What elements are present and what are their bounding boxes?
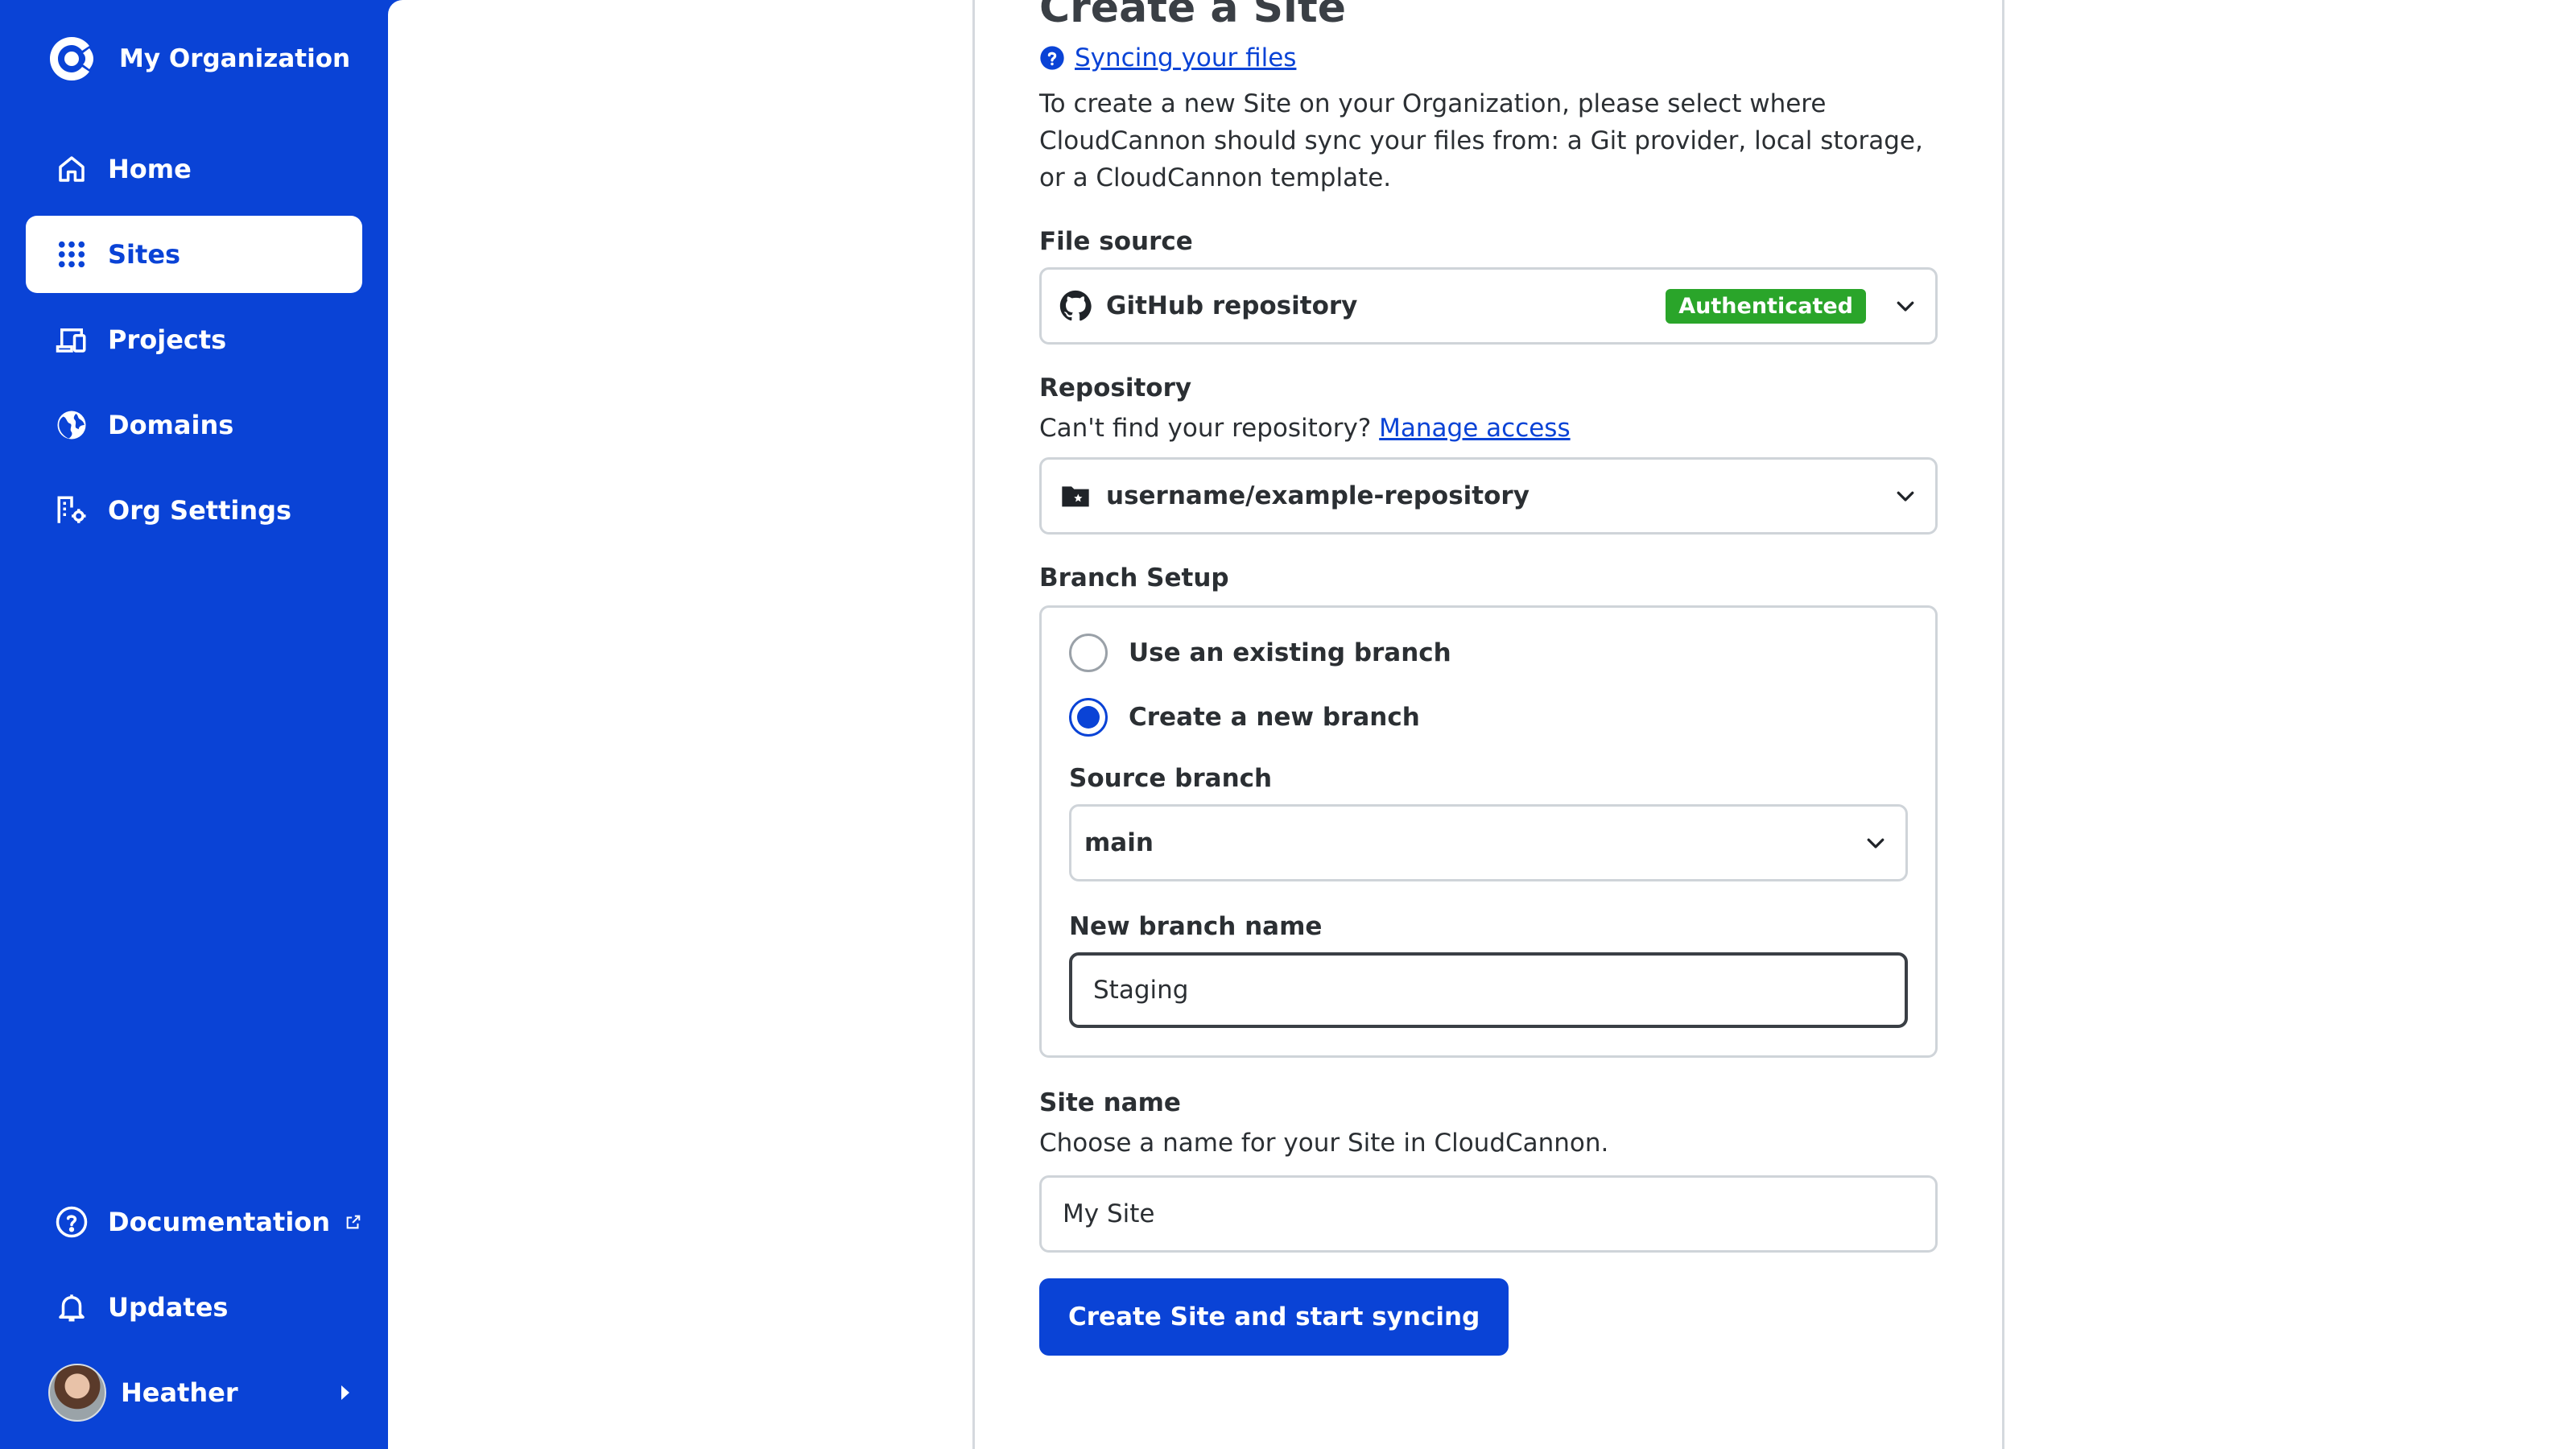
sidebar-item-org-settings[interactable]: Org Settings [26, 472, 362, 549]
repository-label: Repository [1039, 374, 1192, 402]
create-site-panel: Create a Site Syncing your files To crea… [972, 0, 2004, 1449]
sidebar-item-home[interactable]: Home [26, 130, 362, 208]
site-name-note: Choose a name for your Site in CloudCann… [1039, 1129, 1609, 1158]
sidebar-item-label: Sites [108, 239, 181, 270]
repository-note-text: Can't find your repository? [1039, 414, 1372, 443]
status-badge: Authenticated [1666, 288, 1866, 324]
building-gear-icon [57, 496, 86, 523]
sidebar-item-label: Updates [108, 1292, 229, 1323]
page-title: Create a Site [1039, 0, 1346, 32]
chevron-down-icon [1897, 491, 1914, 502]
grid-icon [58, 241, 85, 268]
radio-label: Use an existing branch [1129, 638, 1451, 667]
chevron-down-icon [1897, 301, 1914, 312]
sidebar-item-domains[interactable]: Domains [26, 386, 362, 464]
radio-existing-branch[interactable]: Use an existing branch [1069, 632, 1908, 674]
radio-button-checked[interactable] [1069, 698, 1108, 737]
projects-icon [56, 328, 86, 353]
source-branch-select[interactable]: main [1069, 804, 1908, 881]
sidebar-item-documentation[interactable]: Documentation [26, 1183, 362, 1261]
file-source-label: File source [1039, 227, 1193, 256]
sidebar-item-sites[interactable]: Sites [26, 216, 362, 293]
help-link-label[interactable]: Syncing your files [1075, 43, 1296, 72]
site-name-label: Site name [1039, 1088, 1181, 1117]
sidebar-item-projects[interactable]: Projects [26, 301, 362, 378]
source-branch-label: Source branch [1069, 764, 1273, 793]
sidebar: My Organization Home Sites Projects Doma… [0, 0, 388, 1449]
help-link[interactable]: Syncing your files [1039, 42, 1938, 74]
site-name-input[interactable]: My Site [1039, 1175, 1938, 1253]
file-source-value: GitHub repository [1106, 291, 1358, 320]
intro-text: To create a new Site on your Organizatio… [1039, 89, 1923, 192]
radio-label: Create a new branch [1129, 703, 1420, 732]
cloudcannon-logo-icon [50, 37, 93, 80]
avatar [48, 1364, 106, 1422]
caret-right-icon [341, 1385, 349, 1400]
org-name: My Organization [119, 44, 351, 73]
file-source-select[interactable]: GitHub repository Authenticated [1039, 267, 1938, 345]
globe-icon [57, 411, 86, 440]
sidebar-item-label: Org Settings [108, 495, 292, 526]
branch-setup-label: Branch Setup [1039, 564, 1229, 592]
sidebar-nav: Home Sites Projects Domains Org Settings [26, 130, 362, 557]
radio-new-branch[interactable]: Create a new branch [1069, 696, 1908, 738]
create-site-form: Create a Site Syncing your files To crea… [1039, 0, 1938, 1356]
chevron-down-icon [1867, 838, 1885, 848]
sidebar-item-label: Domains [108, 410, 234, 440]
bell-icon [59, 1294, 85, 1322]
radio-button[interactable] [1069, 634, 1108, 672]
main-area: Create a Site Syncing your files To crea… [388, 0, 2576, 1449]
new-branch-label: New branch name [1069, 912, 1323, 941]
sidebar-bottom-nav: Documentation Updates [26, 1183, 362, 1354]
sidebar-item-updates[interactable]: Updates [26, 1269, 362, 1346]
home-icon [59, 156, 85, 182]
question-circle-icon [56, 1206, 88, 1238]
sidebar-item-label: Documentation [108, 1207, 331, 1237]
folder-star-icon [1062, 486, 1089, 507]
repository-value: username/example-repository [1106, 481, 1530, 510]
user-menu[interactable]: Heather [48, 1362, 354, 1423]
org-switcher[interactable]: My Organization [43, 34, 350, 84]
create-site-button[interactable]: Create Site and start syncing [1039, 1278, 1509, 1356]
repository-note: Can't find your repository? Manage acces… [1039, 414, 1938, 443]
external-link-icon [346, 1215, 361, 1229]
source-branch-value: main [1084, 828, 1154, 857]
github-icon [1059, 290, 1092, 321]
manage-access-link[interactable]: Manage access [1379, 414, 1570, 443]
user-name: Heather [121, 1377, 238, 1408]
branch-setup-box: Use an existing branch Create a new bran… [1039, 605, 1938, 1058]
new-branch-input[interactable]: Staging [1069, 952, 1908, 1028]
question-circle-icon [1040, 46, 1064, 70]
sidebar-item-label: Projects [108, 324, 227, 355]
repository-select[interactable]: username/example-repository [1039, 457, 1938, 535]
sidebar-item-label: Home [108, 154, 192, 184]
